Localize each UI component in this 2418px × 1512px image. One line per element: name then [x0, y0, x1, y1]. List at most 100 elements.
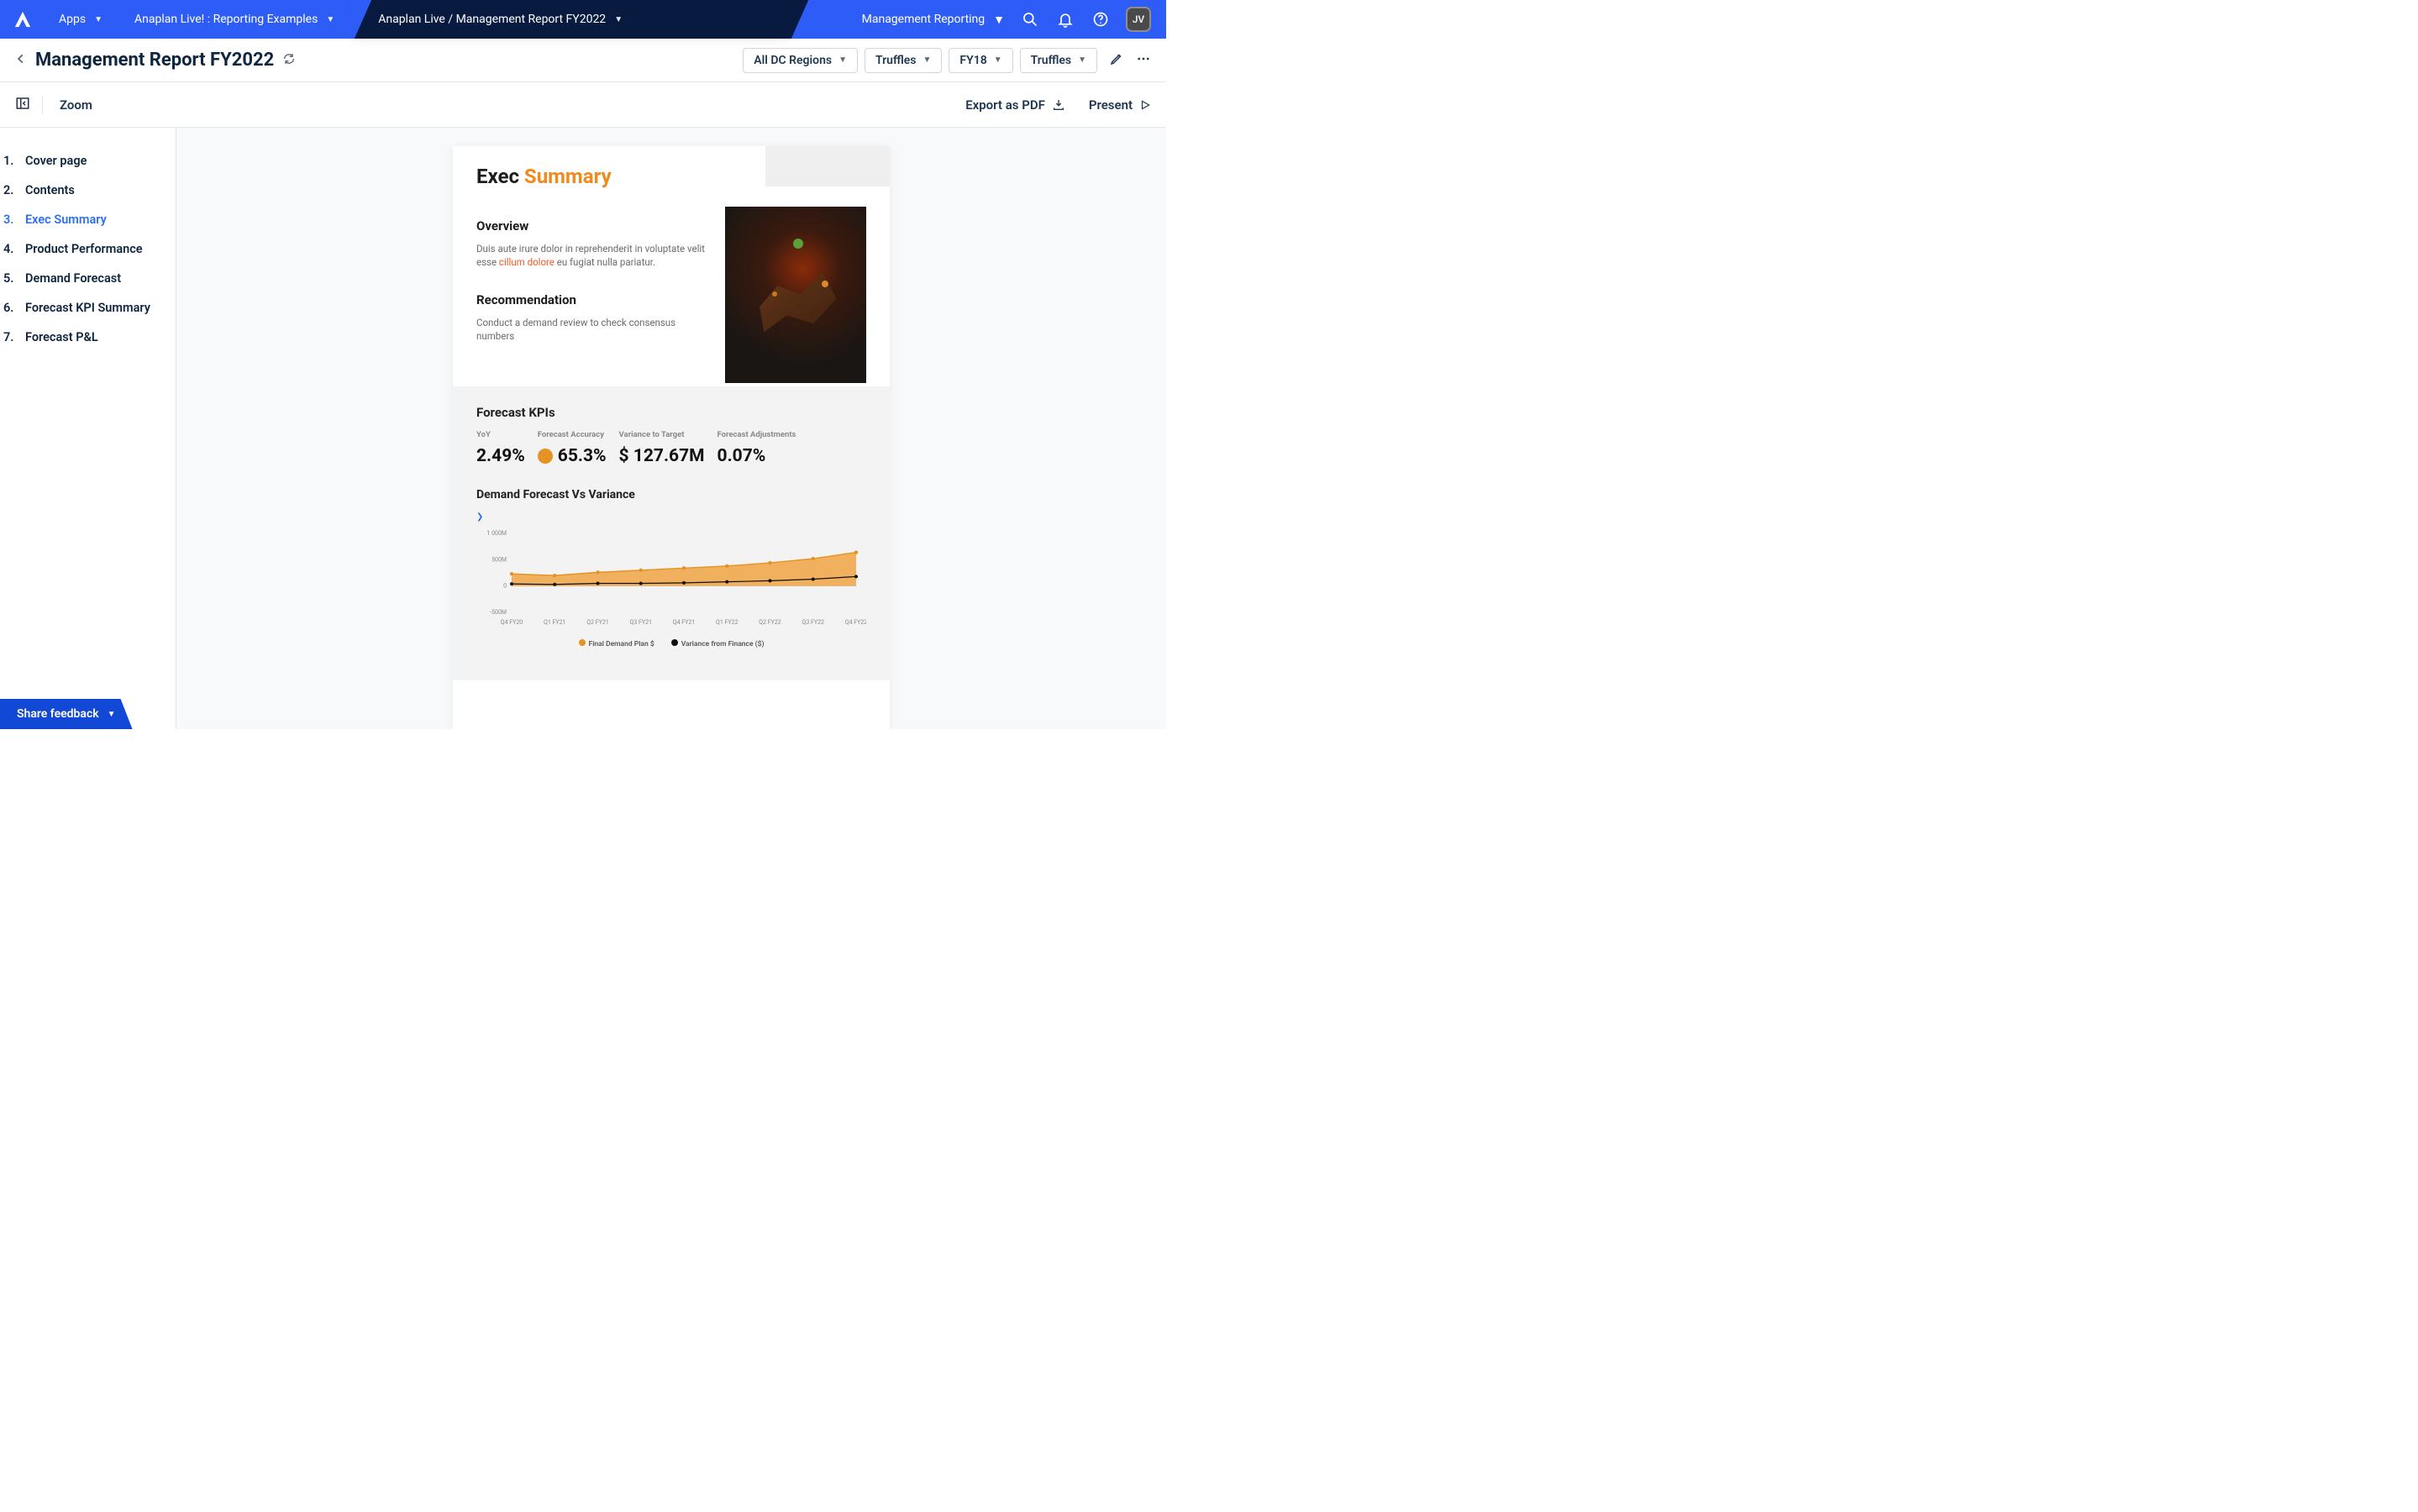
recommendation-text: Conduct a demand review to check consens…: [476, 316, 707, 343]
play-icon: [1139, 99, 1151, 111]
canvas[interactable]: Exec Summary Overview Duis aute irure do…: [176, 128, 1166, 729]
svg-text:500M: 500M: [491, 556, 507, 563]
main: 1. Cover page 2. Contents 3. Exec Summar…: [0, 128, 1166, 729]
svg-text:1 000M: 1 000M: [486, 530, 507, 537]
present-button[interactable]: Present: [1089, 97, 1151, 113]
toc-label: Cover page: [25, 154, 87, 168]
svg-text:0: 0: [503, 583, 507, 590]
user-avatar[interactable]: JV: [1126, 7, 1151, 32]
download-icon: [1052, 98, 1065, 112]
recommendation-section: Recommendation Conduct a demand review t…: [476, 292, 707, 343]
kpi-value: 65.3%: [538, 446, 607, 466]
help-button[interactable]: [1091, 9, 1111, 29]
chevron-left-icon: [15, 53, 27, 65]
chevron-down-icon: ▼: [326, 15, 334, 24]
selector-product-1[interactable]: Truffles ▼: [865, 48, 942, 73]
back-button[interactable]: [15, 52, 27, 68]
chevron-down-icon: ▼: [993, 13, 1005, 27]
overview-link[interactable]: cillum dolore: [499, 256, 555, 268]
slide-image: [725, 207, 866, 383]
chevron-down-icon: ▼: [838, 55, 847, 65]
nav-reporting-label: Management Reporting: [862, 13, 986, 26]
chevron-down-icon: ▼: [923, 55, 931, 65]
nav-apps-label: Apps: [59, 13, 86, 26]
status-dot-icon: [538, 449, 553, 464]
svg-text:-500M: -500M: [490, 609, 507, 616]
overview-heading: Overview: [476, 218, 707, 234]
kpi-forecast-accuracy: Forecast Accuracy 65.3%: [538, 430, 607, 466]
nav-reporting[interactable]: Management Reporting ▼: [862, 13, 1005, 27]
chevron-down-icon: ▼: [614, 15, 623, 24]
recommendation-heading: Recommendation: [476, 292, 707, 307]
toc-item-forecast-kpi-summary[interactable]: 6. Forecast KPI Summary: [0, 293, 176, 323]
anaplan-logo-icon: [13, 10, 32, 29]
selector-product-2[interactable]: Truffles ▼: [1020, 48, 1097, 73]
toc-item-product-performance[interactable]: 4. Product Performance: [0, 234, 176, 264]
present-label: Present: [1089, 97, 1133, 113]
kpi-value: 0.07%: [718, 446, 796, 466]
sync-button[interactable]: [282, 52, 296, 69]
toc-item-forecast-pl[interactable]: 7. Forecast P&L: [0, 323, 176, 352]
overview-text: Duis aute irure dolor in reprehenderit i…: [476, 242, 707, 269]
toc-item-contents[interactable]: 2. Contents: [0, 176, 176, 205]
demand-forecast-chart: -500M0500M1 000MQ4 FY20Q1 FY21Q2 FY21Q3 …: [476, 527, 866, 636]
toc-item-demand-forecast[interactable]: 5. Demand Forecast: [0, 264, 176, 293]
chevron-down-icon: ▼: [1078, 55, 1086, 65]
selector-region[interactable]: All DC Regions ▼: [743, 48, 858, 73]
brand-logo[interactable]: [0, 0, 45, 39]
selector-year-label: FY18: [959, 54, 986, 67]
kpi-label: YoY: [476, 430, 525, 439]
kpi-yoy: YoY 2.49%: [476, 430, 525, 466]
avatar-initials: JV: [1133, 13, 1144, 25]
svg-text:Q1 FY22: Q1 FY22: [716, 619, 738, 626]
toc-num: 6.: [3, 301, 15, 315]
kpi-label: Forecast Accuracy: [538, 430, 607, 439]
top-nav: Apps ▼ Anaplan Live! : Reporting Example…: [0, 0, 1166, 39]
export-pdf-label: Export as PDF: [965, 97, 1045, 113]
slide-title-accent: Summary: [524, 165, 612, 188]
sidebar-toc: 1. Cover page 2. Contents 3. Exec Summar…: [0, 128, 176, 729]
kpi-value-text: 65.3%: [558, 446, 607, 466]
toc-item-cover-page[interactable]: 1. Cover page: [0, 146, 176, 176]
more-button[interactable]: [1136, 51, 1151, 70]
zoom-label[interactable]: Zoom: [60, 97, 92, 113]
toc-item-exec-summary[interactable]: 3. Exec Summary: [0, 205, 176, 234]
legend-item-variance: Variance from Finance ($): [671, 639, 765, 648]
selector-product-2-label: Truffles: [1031, 54, 1071, 67]
notifications-button[interactable]: [1055, 9, 1075, 29]
nav-model-label: Anaplan Live! : Reporting Examples: [134, 13, 318, 26]
export-pdf-button[interactable]: Export as PDF: [965, 97, 1065, 113]
nav-page[interactable]: Anaplan Live / Management Report FY2022 …: [353, 0, 790, 39]
svg-text:Q3 FY21: Q3 FY21: [630, 619, 652, 626]
nav-apps[interactable]: Apps ▼: [45, 0, 121, 39]
share-feedback-button[interactable]: Share feedback ▼: [0, 699, 133, 729]
toc-label: Contents: [25, 183, 75, 197]
legend-swatch-icon: [671, 639, 678, 646]
pencil-icon: [1109, 51, 1124, 66]
selector-product-1-label: Truffles: [875, 54, 916, 67]
chevron-down-icon: ▼: [994, 55, 1002, 65]
kpi-band: Forecast KPIs YoY 2.49% Forecast Accurac…: [453, 386, 890, 680]
toc-label: Demand Forecast: [25, 271, 121, 286]
selector-year[interactable]: FY18 ▼: [949, 48, 1012, 73]
toc-num: 4.: [3, 242, 15, 256]
search-button[interactable]: [1020, 9, 1040, 29]
svg-text:Q2 FY22: Q2 FY22: [759, 619, 781, 626]
kpi-value: 2.49%: [476, 446, 525, 466]
slide: Exec Summary Overview Duis aute irure do…: [453, 146, 890, 729]
search-icon: [1022, 11, 1038, 28]
bell-icon: [1057, 11, 1074, 28]
more-horizontal-icon: [1136, 51, 1151, 66]
nav-model[interactable]: Anaplan Live! : Reporting Examples ▼: [121, 0, 353, 39]
title-bar: Management Report FY2022 All DC Regions …: [0, 39, 1166, 82]
toc-num: 2.: [3, 183, 15, 197]
sync-icon: [282, 52, 296, 66]
chart-container: -500M0500M1 000MQ4 FY20Q1 FY21Q2 FY21Q3 …: [476, 527, 866, 657]
nav-right: Management Reporting ▼ JV: [847, 0, 1166, 39]
edit-button[interactable]: [1109, 51, 1124, 70]
chart-expand-icon[interactable]: ❯: [476, 512, 483, 522]
legend-label: Final Demand Plan $: [589, 640, 654, 648]
kpi-variance-target: Variance to Target $ 127.67M: [619, 430, 705, 466]
toc-label: Exec Summary: [25, 213, 107, 227]
toggle-panel-button[interactable]: [15, 96, 43, 114]
